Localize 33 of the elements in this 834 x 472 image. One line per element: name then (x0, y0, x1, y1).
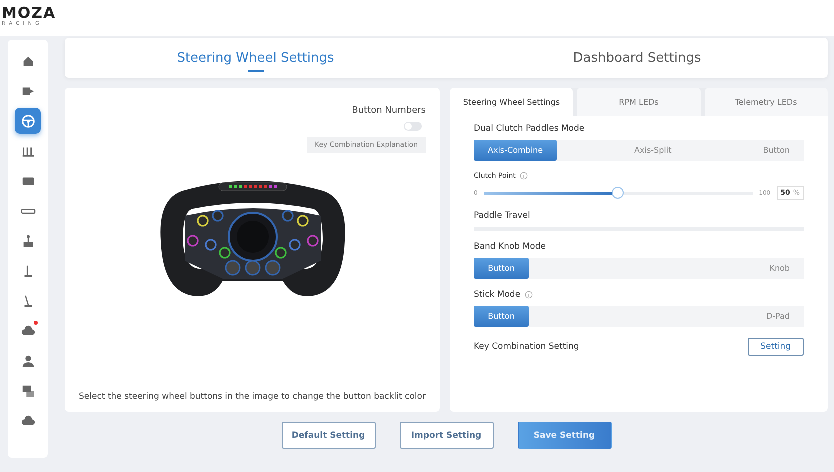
segment-option[interactable]: Button (474, 258, 529, 279)
brand-logo: MOZA (2, 6, 56, 21)
setting-label: Paddle Travel (474, 211, 530, 221)
steering-wheel-drawing[interactable] (160, 181, 345, 296)
setting-label: Stick Mode (474, 290, 521, 300)
segment-option[interactable]: D-Pad (752, 306, 804, 327)
hint-text: Select the steering wheel buttons in the image to change the button backlit color (79, 392, 426, 402)
steering-wheel-icon (20, 114, 36, 128)
settings-tab[interactable]: RPM LEDs (577, 88, 701, 116)
toggle-switch[interactable] (404, 122, 422, 131)
cloud-icon (20, 324, 36, 338)
segment-option[interactable]: Knob (756, 258, 804, 279)
setting-label: Dual Clutch Paddles Mode (474, 124, 585, 134)
toggle-label: Button Numbers (352, 106, 426, 116)
top-tab[interactable]: Steering Wheel Settings (65, 38, 446, 78)
setting-label: Key Combination Setting (474, 342, 580, 352)
devices-icon (20, 384, 36, 398)
slider-thumb[interactable] (612, 187, 624, 199)
segment-option[interactable]: Axis-Combine (474, 140, 558, 161)
footer-button[interactable]: Save Setting (518, 422, 612, 449)
user-icon (20, 354, 36, 368)
segment-option[interactable]: Axis-Split (620, 140, 686, 161)
settings-tab[interactable]: Telemetry LEDs (704, 88, 828, 116)
cloud-icon (20, 414, 36, 428)
sidebar-item[interactable] (15, 108, 41, 134)
setting-label: Band Knob Mode (474, 242, 546, 252)
setting-button[interactable]: Setting (748, 338, 804, 356)
segment-option[interactable]: Button (749, 140, 804, 161)
segment-option[interactable]: Button (474, 306, 529, 327)
footer-button[interactable]: Import Setting (400, 422, 494, 449)
top-tab[interactable]: Dashboard Settings (446, 38, 828, 78)
footer-button[interactable]: Default Setting (282, 422, 376, 449)
settings-tab[interactable]: Steering Wheel Settings (450, 88, 574, 116)
